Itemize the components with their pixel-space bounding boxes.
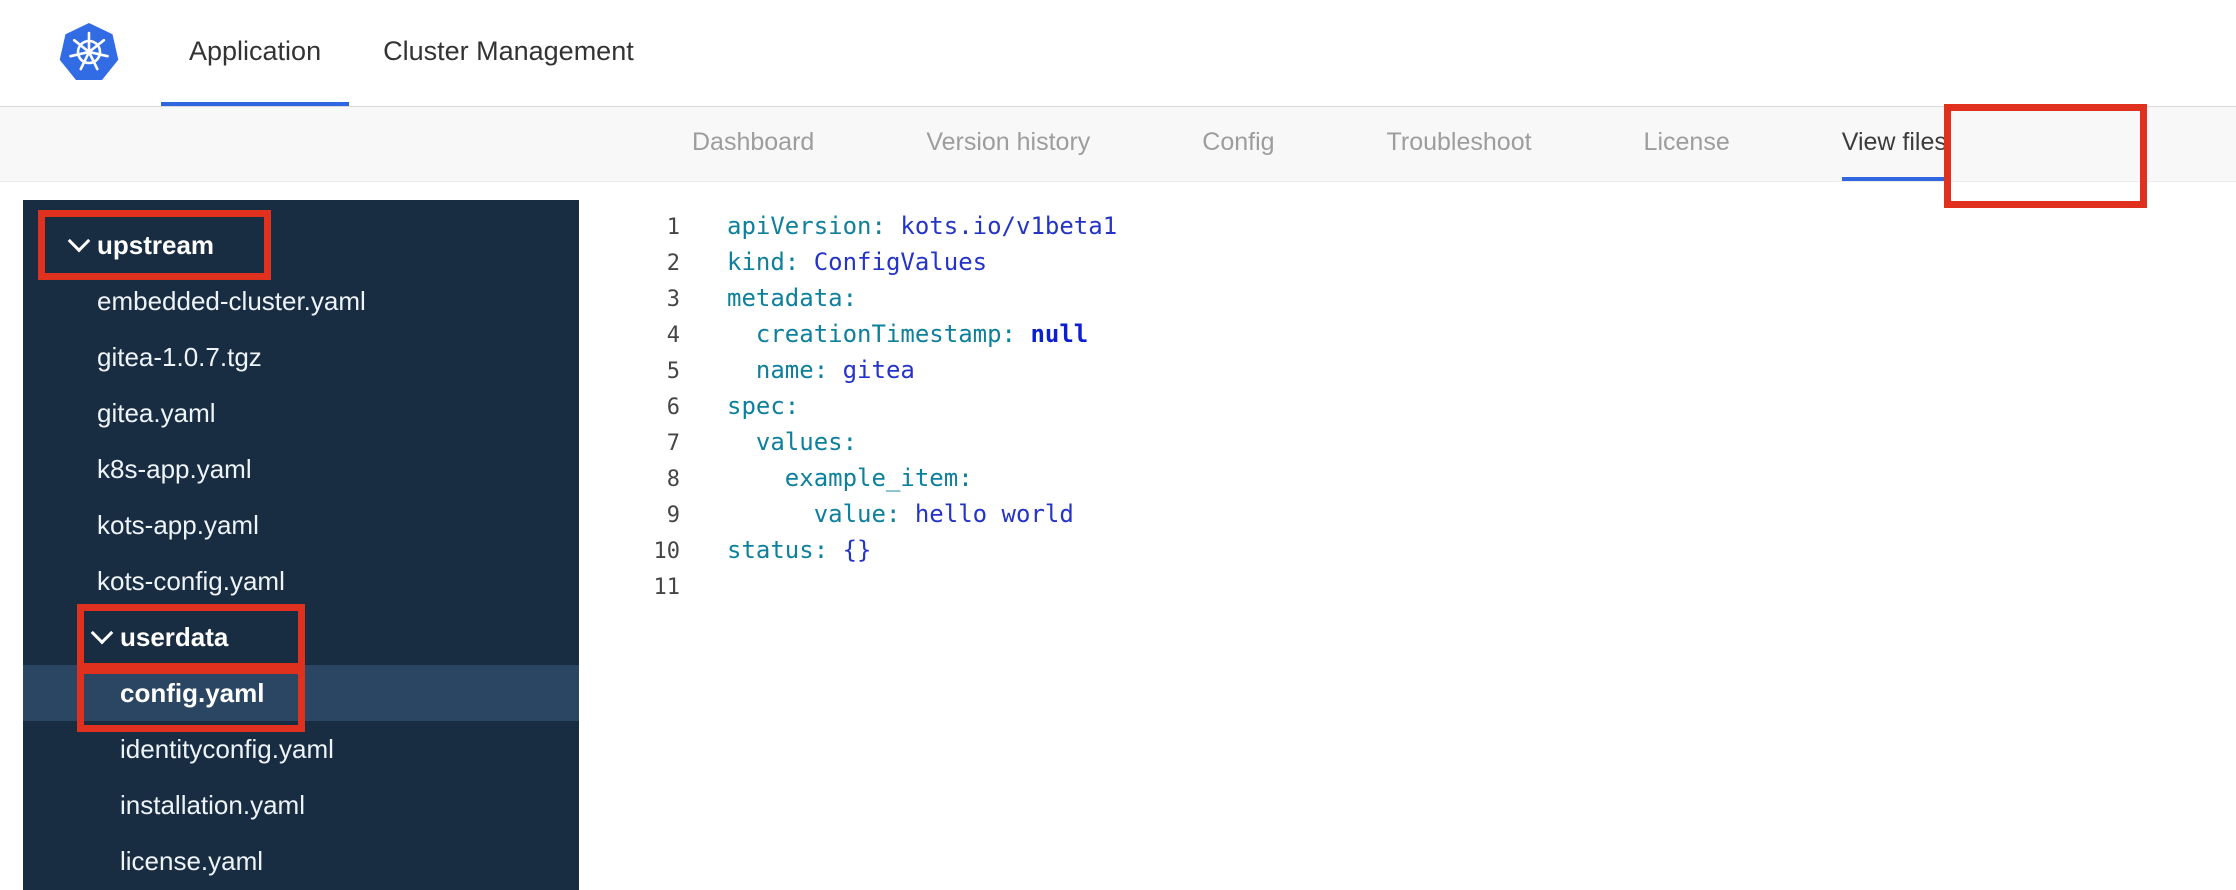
code-line-11: 11 (579, 568, 2236, 604)
tree-label: config.yaml (120, 677, 265, 708)
code-line-9: 9 value: hello world (579, 496, 2236, 532)
tree-file-kots-app.yaml[interactable]: kots-app.yaml (23, 497, 579, 553)
tab-application[interactable]: Application (161, 0, 350, 106)
subnav-item-view-files[interactable]: View files (1841, 107, 1947, 181)
tab-cluster-management[interactable]: Cluster Management (355, 0, 662, 106)
chevron-down-icon (67, 229, 91, 253)
code-text: creationTimestamp: null (755, 320, 1089, 348)
code-text: metadata: (727, 284, 858, 312)
tree-file-gitea-1.0.7.tgz[interactable]: gitea-1.0.7.tgz (23, 329, 579, 385)
line-number: 11 (653, 575, 681, 600)
tree-folder-upstream[interactable]: upstream (23, 217, 579, 273)
code-line-3: 3 metadata: (579, 280, 2236, 316)
tree-file-identityconfig.yaml[interactable]: identityconfig.yaml (23, 721, 579, 777)
code-line-7: 7 values: (579, 424, 2236, 460)
tree-label: gitea-1.0.7.tgz (97, 341, 262, 372)
code-line-8: 8 example_item: (579, 460, 2236, 496)
primary-tabs: Application Cluster Management (161, 0, 662, 106)
top-bar: Application Cluster Management (0, 0, 2236, 107)
code-text: value: hello world (813, 500, 1074, 528)
line-number: 1 (666, 215, 680, 240)
tree-label: k8s-app.yaml (97, 453, 252, 484)
line-number: 2 (666, 251, 680, 276)
code-text: apiVersion: kots.io/v1beta1 (727, 212, 1118, 240)
code-text: status: {} (727, 536, 872, 564)
tree-label: kots-config.yaml (97, 565, 285, 596)
code-text: values: (755, 428, 858, 456)
tree-label: kots-app.yaml (97, 509, 259, 540)
subnav-item-dashboard[interactable]: Dashboard (692, 107, 814, 181)
tree-file-embedded-cluster.yaml[interactable]: embedded-cluster.yaml (23, 273, 579, 329)
code-text: kind: ConfigValues (727, 248, 988, 276)
tree-file-gitea.yaml[interactable]: gitea.yaml (23, 385, 579, 441)
line-number: 3 (666, 287, 680, 312)
line-number: 8 (666, 467, 680, 492)
subnav-item-config[interactable]: Config (1202, 107, 1274, 181)
app-subnav: Dashboard Version history Config Troublesho… (0, 107, 2236, 182)
code-line-10: 10 status: {} (579, 532, 2236, 568)
code-line-4: 4 creationTimestamp: null (579, 316, 2236, 352)
line-number: 6 (666, 395, 680, 420)
kubernetes-logo (57, 21, 121, 85)
line-number: 7 (666, 431, 680, 456)
code-line-6: 6 spec: (579, 388, 2236, 424)
line-number: 9 (666, 503, 680, 528)
line-number: 4 (666, 323, 680, 348)
code-text: spec: (727, 392, 800, 420)
tree-file-license.yaml[interactable]: license.yaml (23, 833, 579, 889)
tree-label: userdata (120, 621, 229, 652)
subnav-item-license[interactable]: License (1644, 107, 1730, 181)
tree-label: embedded-cluster.yaml (97, 285, 366, 316)
tree-label: upstream (97, 229, 215, 260)
code-text: name: gitea (755, 356, 915, 384)
chevron-down-icon (90, 621, 114, 645)
tree-label: gitea.yaml (97, 397, 216, 428)
tree-file-config.yaml[interactable]: config.yaml (23, 665, 579, 721)
tree-folder-userdata[interactable]: userdata (23, 609, 579, 665)
subnav-item-troubleshoot[interactable]: Troubleshoot (1387, 107, 1532, 181)
tree-label: installation.yaml (120, 789, 305, 820)
tree-label: license.yaml (120, 845, 264, 876)
code-line-1: 1 apiVersion: kots.io/v1beta1 (579, 208, 2236, 244)
code-text: example_item: (784, 464, 973, 492)
tree-label: identityconfig.yaml (120, 733, 334, 764)
code-line-2: 2 kind: ConfigValues (579, 244, 2236, 280)
yaml-editor[interactable]: 1 apiVersion: kots.io/v1beta1 2 kind: Confi… (579, 200, 2236, 890)
tree-file-installation.yaml[interactable]: installation.yaml (23, 777, 579, 833)
file-tree-sidebar: upstream embedded-cluster.yaml gitea-1.0.7… (23, 200, 579, 890)
tree-file-k8s-app.yaml[interactable]: k8s-app.yaml (23, 441, 579, 497)
subnav-item-version-history[interactable]: Version history (926, 107, 1090, 181)
line-number: 5 (666, 359, 680, 384)
line-number: 10 (653, 539, 681, 564)
tree-file-kots-config.yaml[interactable]: kots-config.yaml (23, 553, 579, 609)
code-line-5: 5 name: gitea (579, 352, 2236, 388)
